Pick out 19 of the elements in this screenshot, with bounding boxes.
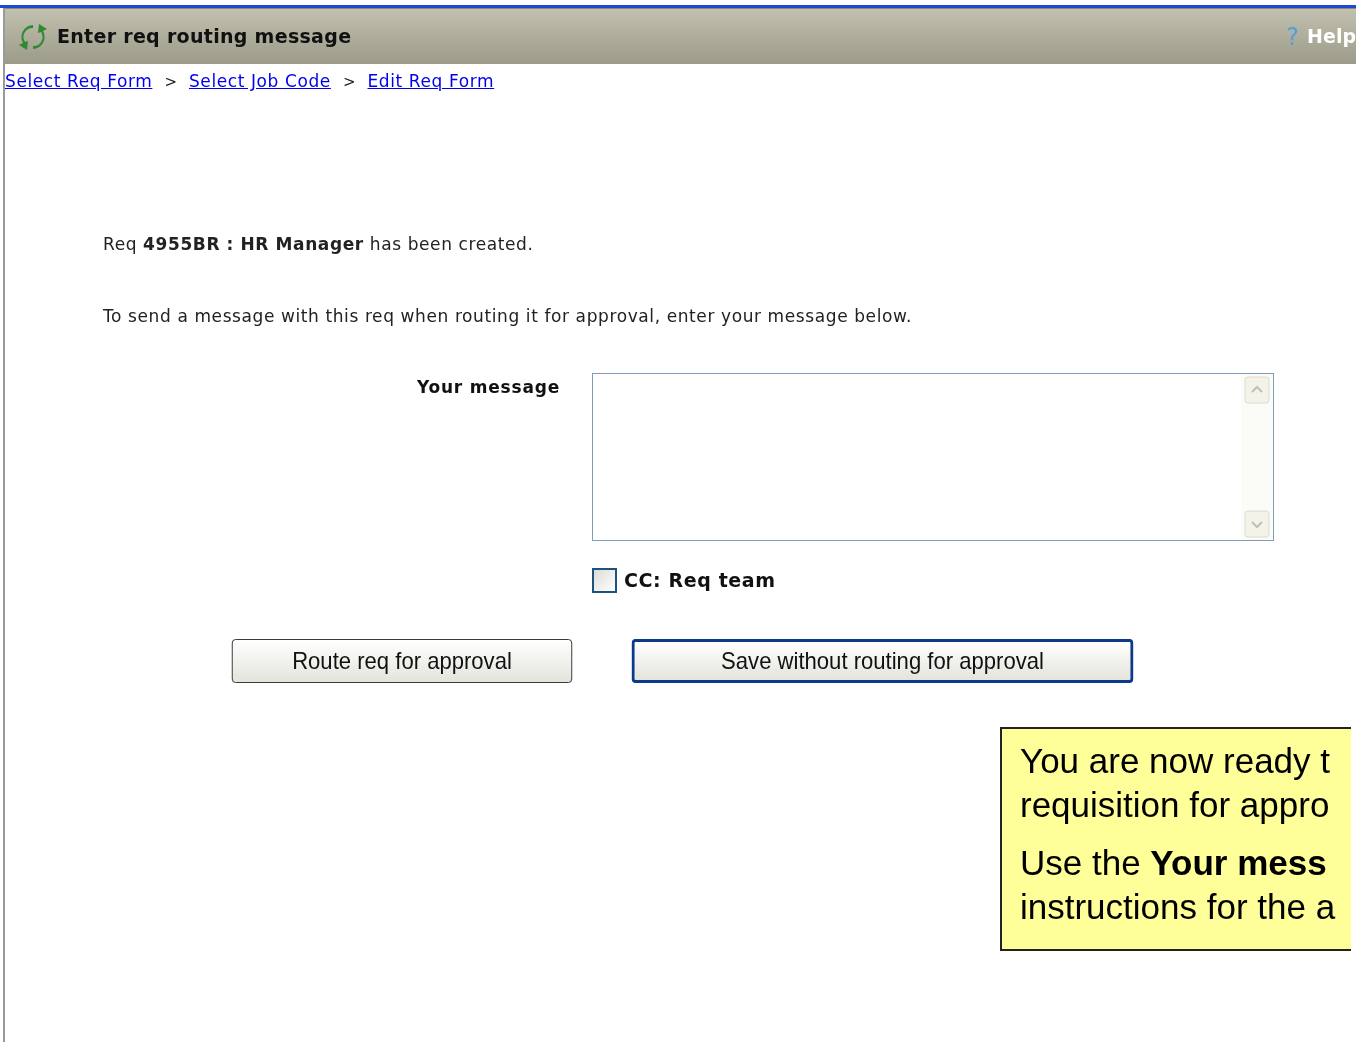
action-button[interactable]: Save without routing for approval: [631, 638, 1134, 683]
action-button[interactable]: Route req for approval: [231, 638, 573, 683]
callout-text: You are now ready t requisition for appro: [1020, 740, 1332, 826]
scroll-up-icon[interactable]: [1244, 376, 1270, 404]
breadcrumb-separator: >: [164, 71, 177, 93]
breadcrumb-link[interactable]: Select Req Form: [5, 69, 153, 95]
checkbox[interactable]: [592, 567, 617, 593]
page-title: Enter req routing message: [57, 24, 352, 50]
breadcrumb-link[interactable]: Edit Req Form: [367, 69, 495, 95]
callout-text: Use the Your mess instructions for the a: [1020, 842, 1337, 928]
checkbox-label: CC: Req team: [624, 568, 776, 593]
breadcrumb-separator: >: [342, 71, 356, 93]
status-message: Req 4955BR : HR Manager has been created.: [103, 233, 535, 256]
instruction-text: To send a message with this req when routing it for approval, enter your message below.: [103, 304, 913, 328]
field-label: Your message: [416, 377, 560, 397]
scrollbar[interactable]: [1241, 374, 1273, 540]
breadcrumb-link[interactable]: Select Job Code: [188, 69, 331, 95]
scroll-down-icon[interactable]: [1244, 510, 1270, 538]
message-field[interactable]: [592, 373, 1274, 541]
